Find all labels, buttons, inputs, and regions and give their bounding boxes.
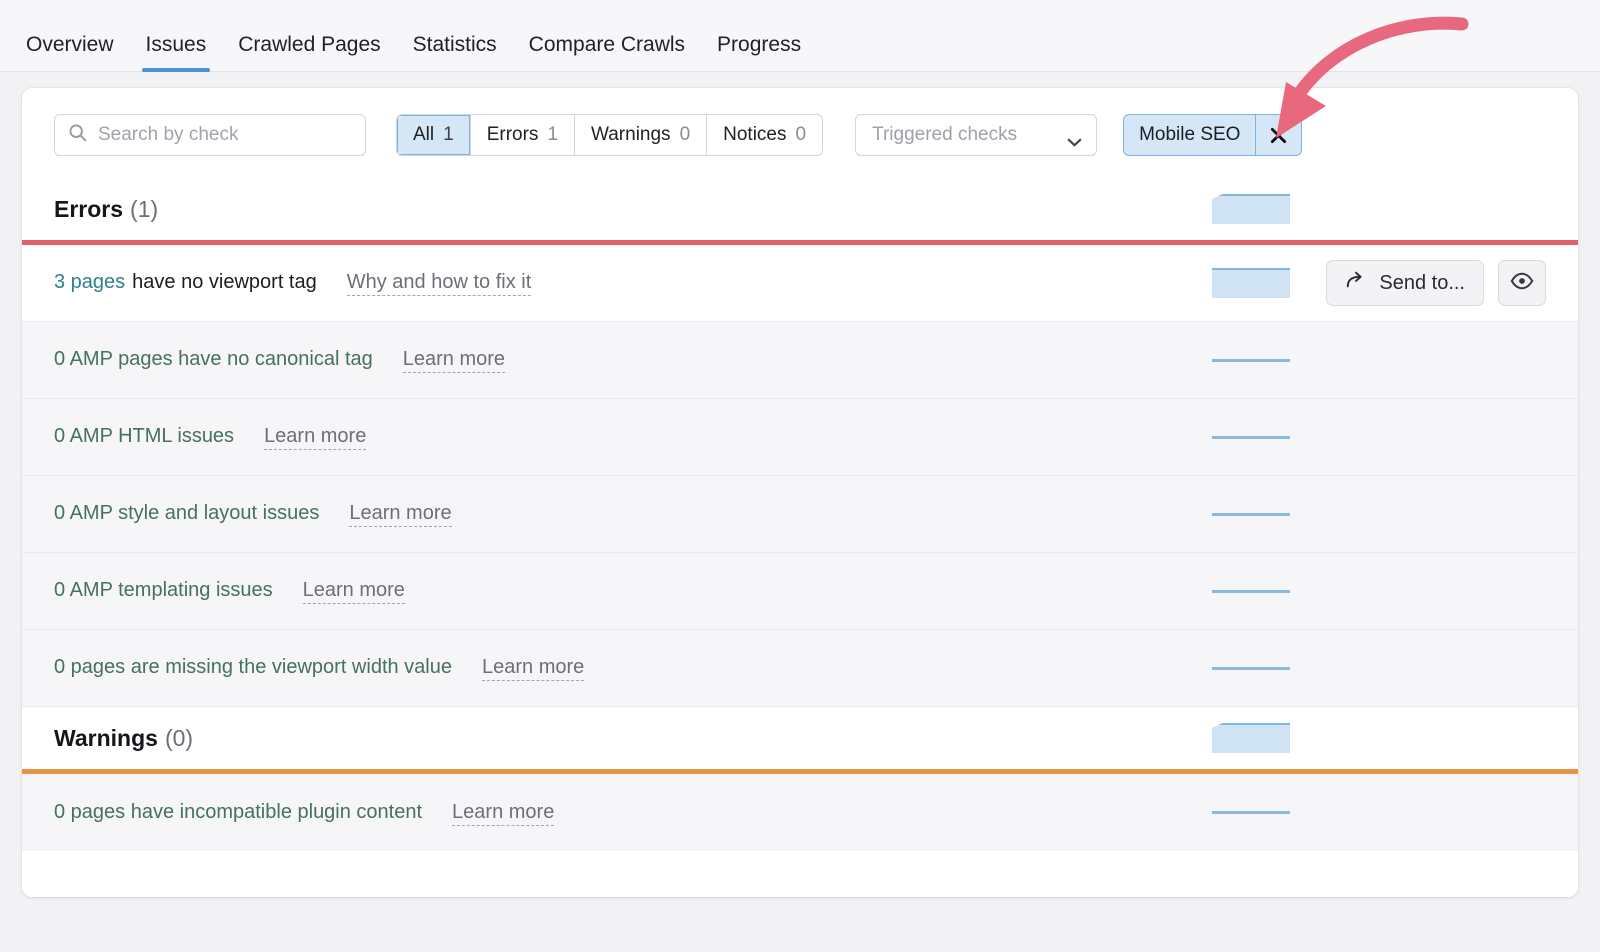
issue-row[interactable]: 3 pages have no viewport tag Why and how t… <box>22 245 1578 322</box>
section-title: Warnings <box>54 725 158 752</box>
severity-filter-count: 0 <box>680 124 691 146</box>
issue-count-link: 0 pages have incompatible plugin content <box>54 801 422 824</box>
issue-help-link[interactable]: Learn more <box>264 424 366 450</box>
search-placeholder: Search by check <box>98 124 238 146</box>
issue-count-link: 0 AMP pages have no canonical tag <box>54 348 373 371</box>
severity-filter-label: Warnings <box>591 124 671 146</box>
nav-tab-statistics[interactable]: Statistics <box>397 34 513 71</box>
issue-help-link[interactable]: Learn more <box>303 578 405 604</box>
issue-row[interactable]: 0 AMP HTML issues Learn more <box>22 399 1578 476</box>
main-navigation: OverviewIssuesCrawled PagesStatisticsCom… <box>0 0 1600 72</box>
issue-sparkline-placeholder <box>1212 667 1290 670</box>
row-actions: Send to... <box>1326 260 1546 306</box>
section-title: Errors <box>54 196 123 223</box>
search-icon <box>67 122 88 148</box>
section-header-errors: Errors (1) <box>22 178 1578 240</box>
severity-filter-all[interactable]: All 1 <box>397 115 471 155</box>
triggered-checks-label: Triggered checks <box>872 124 1017 146</box>
issue-row[interactable]: 0 pages are missing the viewport width v… <box>22 630 1578 707</box>
issue-row[interactable]: 0 AMP style and layout issues Learn more <box>22 476 1578 553</box>
nav-tab-compare-crawls[interactable]: Compare Crawls <box>513 34 701 71</box>
section-sparkline-placeholder <box>1212 723 1290 753</box>
severity-filter-notices[interactable]: Notices 0 <box>707 115 822 155</box>
issues-card: Search by check All1Errors1Warnings0Noti… <box>22 88 1578 897</box>
severity-filter-label: Notices <box>723 124 786 146</box>
section-count: (1) <box>130 196 158 223</box>
active-filter-chip-mobile-seo[interactable]: Mobile SEO <box>1123 114 1302 156</box>
nav-tab-issues[interactable]: Issues <box>130 34 223 71</box>
issue-sparkline-placeholder <box>1212 436 1290 439</box>
section-header-warnings: Warnings (0) <box>22 707 1578 769</box>
preview-button[interactable] <box>1498 260 1546 306</box>
issue-help-link[interactable]: Learn more <box>403 347 505 373</box>
issue-row[interactable]: 0 AMP templating issues Learn more <box>22 553 1578 630</box>
issue-sparkline-placeholder <box>1212 590 1290 593</box>
issue-count-link: 0 AMP templating issues <box>54 579 273 602</box>
issue-help-link[interactable]: Learn more <box>482 655 584 681</box>
issue-help-link[interactable]: Learn more <box>452 800 554 826</box>
issue-count-link: 0 pages are missing the viewport width v… <box>54 656 452 679</box>
issue-help-link[interactable]: Why and how to fix it <box>347 270 532 296</box>
nav-tab-progress[interactable]: Progress <box>701 34 817 71</box>
severity-filter-warnings[interactable]: Warnings 0 <box>575 115 707 155</box>
issue-sparkline-placeholder <box>1212 811 1290 814</box>
issue-help-link[interactable]: Learn more <box>349 501 451 527</box>
issue-row[interactable]: 0 AMP pages have no canonical tag Learn m… <box>22 322 1578 399</box>
close-icon[interactable] <box>1255 115 1301 155</box>
issue-count-link: 0 AMP HTML issues <box>54 425 234 448</box>
send-to-button[interactable]: Send to... <box>1326 260 1484 306</box>
issue-count-link: 0 AMP style and layout issues <box>54 502 319 525</box>
nav-tab-overview[interactable]: Overview <box>22 34 130 71</box>
severity-filter-count: 1 <box>443 124 454 146</box>
chip-label: Mobile SEO <box>1124 115 1255 155</box>
share-arrow-icon <box>1345 269 1367 297</box>
issue-sparkline-placeholder <box>1212 513 1290 516</box>
triggered-checks-dropdown[interactable]: Triggered checks <box>855 114 1097 156</box>
search-input[interactable]: Search by check <box>54 114 366 156</box>
issue-sparkline-placeholder <box>1212 268 1290 298</box>
chevron-down-icon <box>1067 131 1082 140</box>
section-count: (0) <box>165 725 193 752</box>
severity-filter-errors[interactable]: Errors 1 <box>471 115 575 155</box>
issue-row[interactable]: 0 pages have incompatible plugin content… <box>22 774 1578 851</box>
issue-label: have no viewport tag <box>132 271 317 294</box>
severity-filter-group: All 1 Errors 1 Warnings 0 Notices 0 <box>396 114 823 156</box>
eye-icon <box>1510 269 1534 298</box>
issues-sections: Errors (1) 3 pages have no viewport tag Why … <box>22 178 1578 851</box>
severity-filter-label: Errors <box>487 124 539 146</box>
severity-filter-count: 1 <box>547 124 558 146</box>
nav-tab-crawled-pages[interactable]: Crawled Pages <box>222 34 396 71</box>
section-sparkline-placeholder <box>1212 194 1290 224</box>
card-footer <box>22 851 1578 897</box>
severity-filter-label: All <box>413 124 434 146</box>
issue-sparkline-placeholder <box>1212 359 1290 362</box>
page-root: OverviewIssuesCrawled PagesStatisticsCom… <box>0 0 1600 952</box>
send-to-label: Send to... <box>1379 272 1465 295</box>
filter-toolbar: Search by check All1Errors1Warnings0Noti… <box>22 88 1578 178</box>
severity-filter-count: 0 <box>796 124 807 146</box>
issue-count-link[interactable]: 3 pages <box>54 271 125 294</box>
